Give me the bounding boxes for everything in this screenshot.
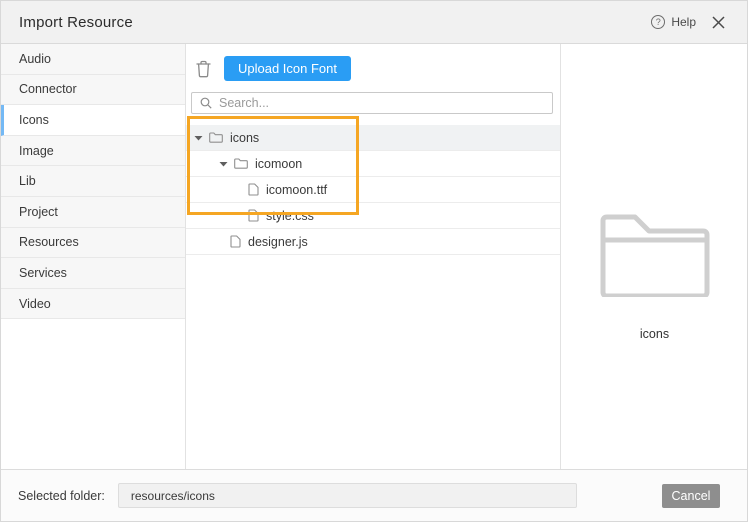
sidebar-item-connector[interactable]: Connector [1,75,185,106]
help-button[interactable]: ? Help [651,15,696,29]
tree-row-label: icomoon.ttf [266,183,327,197]
header-actions: ? Help [651,15,725,29]
file-icon [230,235,241,248]
upload-icon-font-button[interactable]: Upload Icon Font [224,56,351,81]
page-title: Import Resource [19,14,133,31]
import-resource-dialog: Import Resource ? Help Audio Connector I… [0,0,748,522]
sidebar-item-lib[interactable]: Lib [1,166,185,197]
cancel-button[interactable]: Cancel [662,484,720,508]
tree-row-label: designer.js [248,235,308,249]
tree-row-folder-icomoon[interactable]: icomoon [186,151,560,177]
file-icon [248,183,259,196]
caret-down-icon[interactable] [219,161,228,167]
close-button[interactable] [712,16,725,29]
file-tree-panel: Upload Icon Font icons icomoon icomoon.t… [186,44,561,469]
help-icon: ? [651,15,665,29]
dialog-footer: Selected folder: Cancel [1,469,747,521]
file-tree: icons icomoon icomoon.ttf style.css desi… [186,125,560,255]
selected-folder-label: Selected folder: [18,489,105,503]
search-icon [200,97,212,109]
sidebar-item-project[interactable]: Project [1,197,185,228]
preview-folder-icon [600,213,710,302]
tree-toolbar: Upload Icon Font [186,44,560,84]
folder-icon [209,132,223,143]
caret-down-icon[interactable] [194,135,203,141]
tree-row-label: icomoon [255,157,302,171]
tree-row-label: style.css [266,209,314,223]
search-box [191,92,553,114]
selected-folder-input[interactable] [118,483,577,508]
search-input[interactable] [219,96,544,110]
preview-item-label: icons [562,327,747,341]
tree-row-file-style-css[interactable]: style.css [186,203,560,229]
delete-button[interactable] [194,58,213,80]
dialog-header: Import Resource ? Help [1,1,747,44]
tree-row-file-designer-js[interactable]: designer.js [186,229,560,255]
folder-icon [600,213,710,297]
file-icon [248,209,259,222]
folder-icon [234,158,248,169]
tree-row-file-icomoon-ttf[interactable]: icomoon.ttf [186,177,560,203]
sidebar-item-image[interactable]: Image [1,136,185,167]
category-sidebar: Audio Connector Icons Image Lib Project … [1,44,186,469]
tree-row-label: icons [230,131,259,145]
trash-icon [196,60,211,78]
help-label: Help [671,15,696,29]
sidebar-item-icons[interactable]: Icons [1,105,185,136]
sidebar-item-services[interactable]: Services [1,258,185,289]
sidebar-item-resources[interactable]: Resources [1,228,185,259]
preview-panel: icons [562,44,747,469]
sidebar-item-video[interactable]: Video [1,289,185,320]
tree-row-folder-icons[interactable]: icons [186,125,560,151]
close-icon [712,16,725,29]
sidebar-item-audio[interactable]: Audio [1,44,185,75]
